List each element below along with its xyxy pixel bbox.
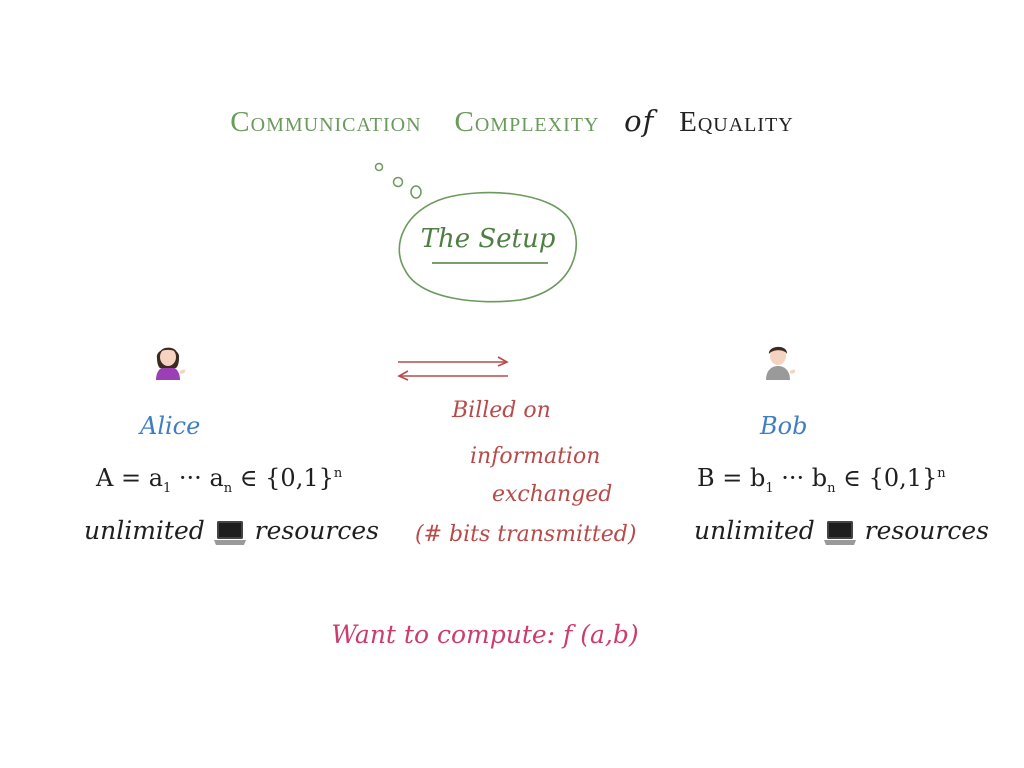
bob-name: Bob (760, 412, 808, 440)
bob-formula-sub1: 1 (765, 480, 774, 496)
alice-avatar-icon (150, 340, 186, 384)
bubble-dot-large (410, 185, 422, 199)
bob-formula: B = b1 ··· bn ∈ {0,1}n (697, 464, 946, 496)
title-of: of (624, 104, 655, 138)
alice-resources-post: resources (254, 516, 379, 545)
channel-line-2: information (470, 444, 601, 469)
exchange-arrows (397, 356, 509, 381)
setup-label: The Setup (420, 224, 556, 254)
bob-formula-rhs: ∈ {0,1} (835, 464, 938, 492)
channel-line-4: (# bits transmitted) (415, 522, 637, 547)
bob-formula-sup: n (937, 466, 946, 481)
bob-formula-subn: n (827, 480, 836, 496)
title-communication: Communication (230, 106, 422, 138)
title-complexity: Complexity (454, 106, 600, 138)
alice-resources-pre: unlimited (84, 516, 205, 545)
bob-resources: unlimited resources (694, 516, 989, 547)
alice-formula-lhs: A = a (96, 464, 164, 492)
bob-avatar-icon (760, 340, 796, 384)
alice-formula-mid: ··· a (171, 464, 224, 492)
alice-resources: unlimited resources (84, 516, 379, 547)
alice-formula-sup: n (333, 466, 343, 481)
laptop-icon (213, 520, 246, 545)
alice-name: Alice (140, 412, 201, 440)
channel-line-1: Billed on (452, 398, 551, 423)
laptop-icon (823, 520, 856, 545)
alice-formula-rhs: ∈ {0,1} (232, 464, 334, 492)
compute-goal: Want to compute: f (a,b) (331, 620, 639, 649)
slide-canvas: Communication Complexity of Equality The… (0, 0, 1024, 768)
channel-line-3: exchanged (492, 482, 613, 507)
bubble-dot-medium (392, 176, 404, 188)
bob-resources-pre: unlimited (694, 516, 815, 545)
page-title: Communication Complexity of Equality (0, 104, 1024, 139)
alice-formula-subn: n (223, 480, 233, 496)
alice-formula: A = a1 ··· an ∈ {0,1}n (96, 464, 342, 496)
bubble-dot-small (374, 162, 384, 172)
bob-formula-mid: ··· b (773, 464, 828, 492)
bob-resources-post: resources (864, 516, 989, 545)
bob-formula-lhs: B = b (697, 464, 766, 492)
title-equality: Equality (679, 106, 794, 138)
